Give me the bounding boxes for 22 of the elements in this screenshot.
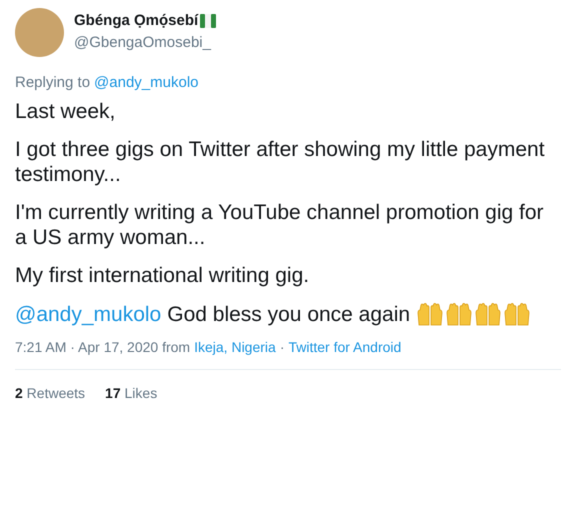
source-link[interactable]: Twitter for Android: [288, 339, 402, 355]
mention-link[interactable]: @andy_mukolo: [94, 74, 198, 91]
author-name[interactable]: Gbénga Ọmọ́sebí: [74, 12, 198, 29]
tweet-paragraph: Last week,: [15, 99, 116, 124]
tweet-paragraph: I'm currently writing a YouTube channel promotion gig for a US army woman...: [15, 200, 545, 250]
stat-link[interactable]: 17 Likes: [105, 385, 158, 401]
mention-link[interactable]: @andy_mukolo: [15, 302, 162, 326]
raising-hands-icon: [445, 301, 474, 327]
stat-link[interactable]: 2 Retweets: [15, 385, 86, 401]
flag-icon: [200, 14, 216, 28]
tweet-paragraph: My first international writing gig.: [15, 263, 310, 288]
raising-hands-icon: [416, 301, 444, 327]
author-handle: @GbengaOmosebi_: [74, 34, 212, 51]
tweet-paragraph: I got three gigs on Twitter after showing my little payment testimony...: [15, 137, 545, 187]
raising-hands-icon: [474, 301, 502, 327]
tweet-text: God bless you once again: [167, 302, 410, 326]
avatar-photo-placeholder[interactable]: [15, 8, 64, 57]
location-link[interactable]: Ikeja, Nigeria: [194, 339, 276, 355]
replying-label: Replying to: [15, 74, 90, 91]
raising-hands-icon: [503, 301, 532, 327]
separator-dot: ·: [280, 339, 284, 355]
timestamp: 7:21 AM · Apr 17, 2020 from: [15, 339, 190, 355]
